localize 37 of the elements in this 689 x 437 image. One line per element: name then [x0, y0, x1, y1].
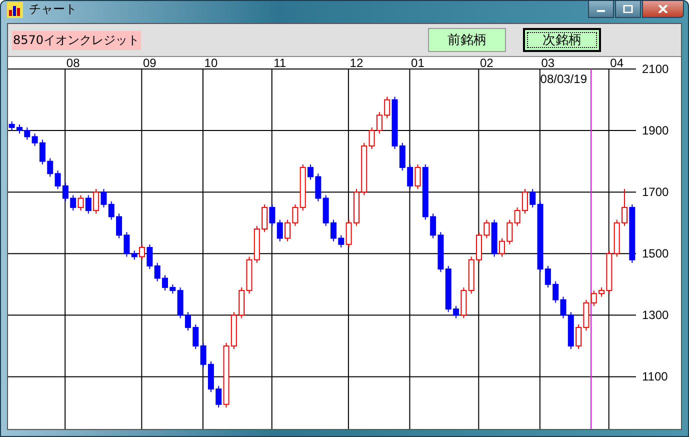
candlestick [100, 188, 107, 208]
maximize-icon [623, 5, 633, 13]
candlestick [78, 194, 84, 212]
date-label: 08/03/19 [540, 72, 587, 86]
y-axis-label: 1700 [642, 185, 669, 200]
candlestick [131, 250, 138, 260]
candlestick [93, 188, 100, 214]
candlestick [146, 244, 153, 270]
candlestick [414, 164, 421, 190]
close-icon [658, 5, 668, 13]
x-axis-label: 02 [480, 57, 494, 70]
candlestick [530, 188, 536, 208]
previous-stock-button[interactable]: 前銘柄 [428, 28, 506, 52]
x-axis-label: 08 [66, 57, 80, 70]
x-axis-label: 03 [541, 57, 555, 70]
x-axis-label: 01 [411, 57, 424, 70]
maximize-button[interactable] [615, 1, 641, 18]
x-axis-label: 12 [350, 57, 364, 70]
y-axis-label: 1300 [642, 308, 669, 322]
candlestick [85, 194, 92, 214]
x-axis-label: 09 [143, 57, 156, 70]
stock-name: 8570イオンクレジット [12, 30, 141, 50]
minimize-button[interactable] [588, 1, 614, 18]
candlestick [139, 244, 146, 260]
close-button[interactable] [642, 1, 684, 18]
candlestick [276, 219, 283, 242]
x-axis-label: 11 [274, 57, 286, 70]
next-stock-button[interactable]: 次銘柄 [523, 28, 601, 52]
candlestick [269, 204, 276, 226]
y-axis-label: 1500 [642, 246, 669, 261]
y-axis-label: 1900 [642, 124, 669, 138]
x-axis-label: 04 [610, 57, 624, 70]
y-axis-label: 1100 [642, 370, 668, 384]
app-icon [7, 2, 23, 18]
y-axis-label: 2100 [642, 62, 669, 76]
x-axis-label: 10 [204, 57, 218, 70]
window-title: チャート [29, 1, 77, 18]
